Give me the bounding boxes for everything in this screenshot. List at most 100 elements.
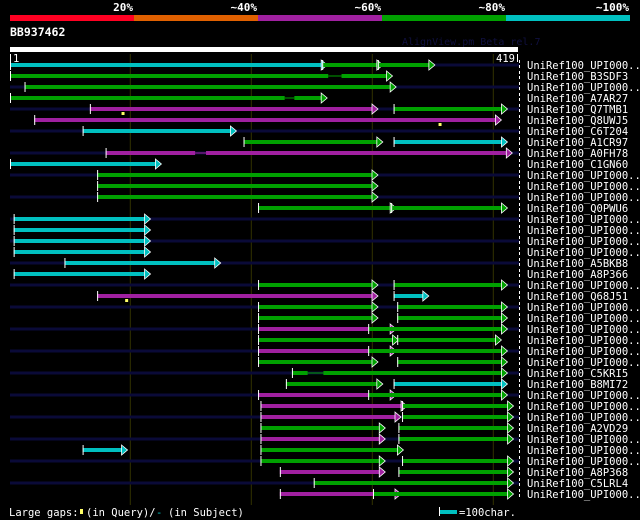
alignment-hit[interactable] [258,312,379,324]
alignment-hit[interactable] [373,488,515,500]
hit-segment [260,415,396,419]
hit-end-arrow-icon [507,488,515,500]
hit-segment [368,327,503,331]
hit-end-arrow-icon [501,345,509,357]
hit-end-arrow-icon [230,125,238,137]
alignment-hit[interactable] [260,422,386,434]
hit-segment [398,426,509,430]
alignment-hit[interactable] [97,180,379,192]
alignment-hit[interactable] [24,81,397,93]
query-gap-marker-icon [125,299,129,302]
alignment-hit[interactable] [258,356,379,368]
alignment-hit[interactable] [397,356,509,368]
alignment-hit[interactable] [97,290,379,302]
alignment-hit[interactable] [258,334,400,346]
alignment-hit[interactable] [368,389,509,401]
alignment-hit[interactable] [391,202,509,214]
hit-segment [279,470,381,474]
alignment-hit[interactable] [34,114,503,126]
hit-label[interactable]: UniRef100_UPI000.. [527,489,640,501]
hit-segment [13,228,146,232]
hit-end-arrow-icon [144,268,152,280]
alignment-hit[interactable] [97,169,379,181]
hit-end-arrow-icon [507,466,515,478]
hit-segment [368,349,503,353]
hit-end-arrow-icon [501,389,509,401]
alignment-hit[interactable] [393,103,509,115]
hit-end-arrow-icon [501,301,509,313]
alignment-hit[interactable] [89,103,379,115]
alignment-hit[interactable] [313,477,515,489]
hit-segment [206,151,508,155]
alignment-hit[interactable] [82,444,129,456]
score-color-band [258,15,382,21]
alignment-hit[interactable] [377,59,436,71]
hit-end-arrow-icon [371,103,379,115]
hit-end-arrow-icon [428,59,436,71]
alignment-hit[interactable] [402,400,515,412]
hit-end-arrow-icon [378,455,386,467]
scale-label: =100char. [459,507,516,519]
hit-end-arrow-icon [320,92,328,104]
alignment-hit[interactable] [64,257,222,269]
score-label: ~80% [479,1,506,14]
alignment-hit[interactable] [279,466,386,478]
alignment-hit[interactable] [291,367,509,379]
alignment-hit[interactable] [322,59,384,71]
alignment-hit[interactable] [10,158,163,170]
hit-end-arrow-icon [144,224,152,236]
hit-end-arrow-icon [397,444,405,456]
hit-segment [13,272,146,276]
hit-segment [105,151,196,155]
query-gap-marker-icon [438,123,442,126]
score-color-band [10,15,134,21]
alignment-hit[interactable] [260,400,408,412]
alignment-hit[interactable] [97,191,379,203]
hit-end-arrow-icon [371,279,379,291]
hit-segment [10,74,329,78]
alignment-hit[interactable] [393,290,430,302]
hit-end-arrow-icon [378,422,386,434]
alignment-hit[interactable] [402,455,515,467]
alignment-hit[interactable] [82,125,238,137]
hit-end-arrow-icon [422,290,430,302]
alignment-hit[interactable] [260,411,402,423]
alignment-hit[interactable] [258,202,397,214]
alignment-hit[interactable] [260,433,386,445]
alignment-hit[interactable] [10,59,328,71]
alignment-hit[interactable] [368,345,509,357]
hit-segment [243,140,378,144]
alignment-hit[interactable] [393,279,509,291]
alignment-hit[interactable] [368,323,509,335]
hit-segment [391,206,503,210]
alignment-hit[interactable] [258,279,379,291]
scale-bar [440,510,457,514]
alignment-hit[interactable] [285,378,384,390]
alignment-hit[interactable] [10,92,328,104]
hit-segment [258,316,373,320]
alignment-hit[interactable] [398,466,515,478]
hit-segment [313,481,509,485]
alignment-hit[interactable] [393,136,509,148]
hit-row[interactable]: UniRef100_UPI000.. [279,488,640,501]
hit-segment [323,371,503,375]
hit-end-arrow-icon [501,378,509,390]
hit-end-arrow-icon [495,114,503,126]
hit-segment [393,294,424,298]
alignment-hit[interactable] [260,455,386,467]
alignment-hit[interactable] [397,334,503,346]
alignment-hit[interactable] [393,378,509,390]
hit-end-arrow-icon [501,103,509,115]
alignment-hit[interactable] [397,312,509,324]
alignment-hit[interactable] [260,444,405,456]
alignment-hit[interactable] [397,301,509,313]
alignment-hit[interactable] [243,136,384,148]
alignment-hit[interactable] [398,433,515,445]
alignment-hit[interactable] [402,411,515,423]
alignment-hit[interactable] [398,422,515,434]
alignment-hit[interactable] [105,147,513,159]
alignment-hit[interactable] [10,70,394,82]
hit-end-arrow-icon [394,411,402,423]
hit-segment [24,85,392,89]
alignment-hit[interactable] [258,301,379,313]
